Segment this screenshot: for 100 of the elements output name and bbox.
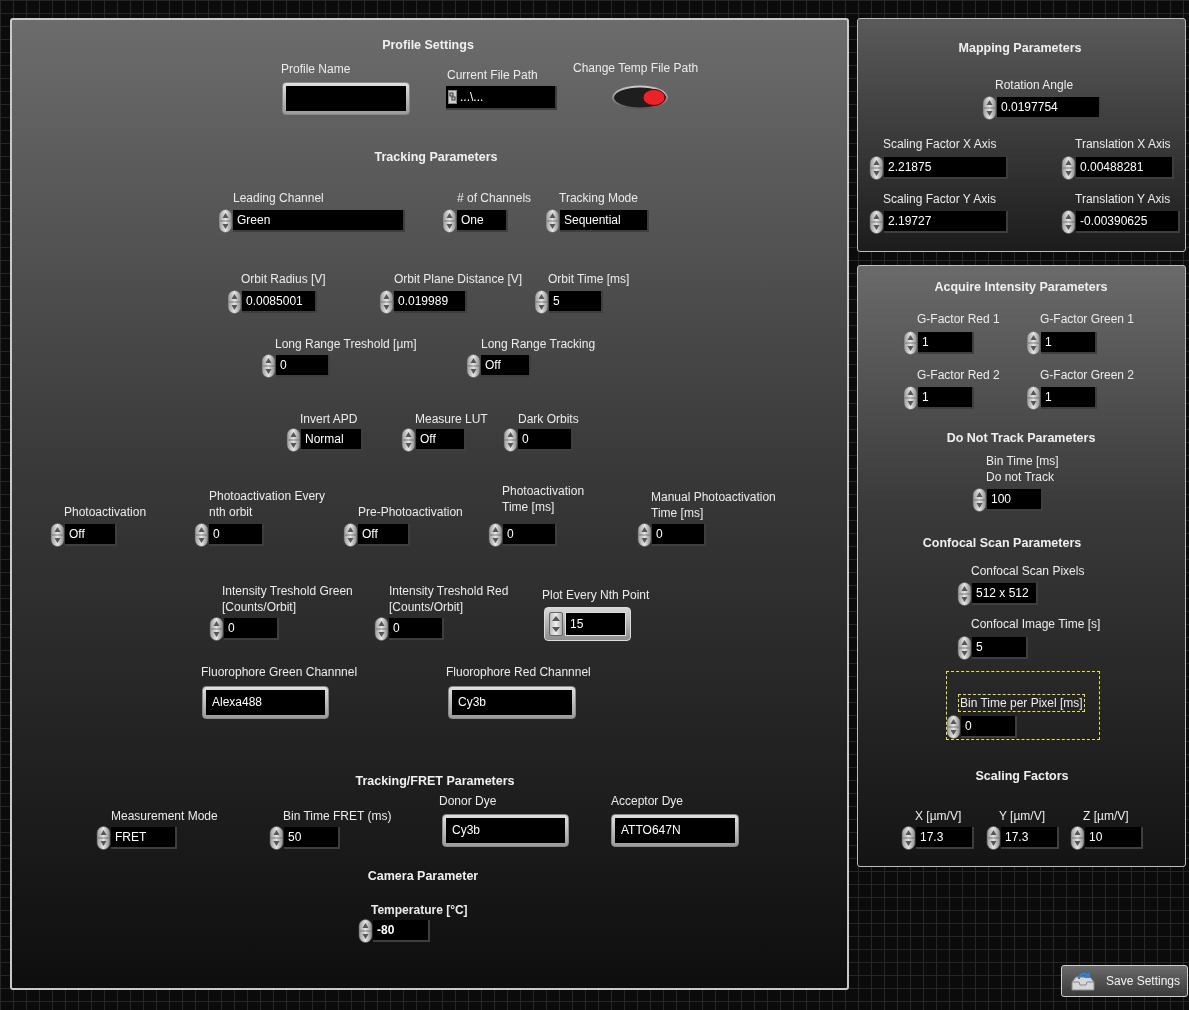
numeric-field[interactable]: 0.019989: [394, 291, 467, 313]
numeric-field[interactable]: Off: [358, 524, 410, 546]
spin-buttons[interactable]: [401, 428, 416, 452]
control-label: Long Range Tracking: [481, 336, 596, 352]
numeric-field[interactable]: 0.0197754: [997, 97, 1101, 119]
numeric-field[interactable]: 0: [209, 524, 264, 546]
numeric-field[interactable]: -0.00390625: [1076, 211, 1180, 233]
control-label: # of Channels: [457, 190, 532, 206]
spin-buttons[interactable]: [218, 209, 233, 233]
spin-buttons[interactable]: [903, 386, 918, 410]
spin-buttons[interactable]: [209, 617, 224, 641]
spin-buttons[interactable]: [946, 715, 961, 739]
numeric-field[interactable]: Normal: [301, 429, 363, 451]
numeric-field[interactable]: 0: [224, 618, 279, 640]
numeric-field[interactable]: 50: [284, 827, 340, 849]
spin-buttons[interactable]: [869, 210, 884, 234]
spin-buttons[interactable]: [869, 156, 884, 180]
spin-buttons[interactable]: [379, 290, 394, 314]
spin-buttons[interactable]: [286, 428, 301, 452]
numeric-field[interactable]: 0: [652, 524, 706, 546]
up-arrow-icon[interactable]: [552, 616, 560, 621]
spin-buttons[interactable]: [1061, 210, 1076, 234]
numeric-field[interactable]: -80: [373, 920, 430, 942]
toggle-switch[interactable]: [611, 85, 669, 110]
spin-buttons[interactable]: [358, 919, 373, 943]
spin-buttons[interactable]: [1026, 386, 1041, 410]
numeric-field[interactable]: 0: [389, 618, 444, 640]
numeric-field[interactable]: FRET: [111, 827, 177, 849]
numeric-field[interactable]: 0.0085001: [242, 291, 317, 313]
spin-buttons[interactable]: [972, 488, 987, 512]
control-label: Bin Time [ms] Do not Track: [986, 453, 1059, 485]
string-field[interactable]: ATTO647N: [611, 814, 739, 847]
control-label: Measurement Mode: [111, 808, 218, 824]
path-field[interactable]: ...\...: [446, 86, 557, 110]
numeric-field[interactable]: One: [457, 210, 508, 232]
spin-buttons[interactable]: [261, 354, 276, 378]
spin-buttons[interactable]: [1070, 826, 1085, 850]
spin-buttons[interactable]: [637, 523, 652, 547]
numeric-field[interactable]: 2.19727: [884, 211, 1008, 233]
spin-buttons[interactable]: [96, 826, 111, 850]
spin-buttons[interactable]: [986, 826, 1001, 850]
spin-buttons[interactable]: [343, 523, 358, 547]
spin-buttons[interactable]: [194, 523, 209, 547]
control-label: Dark Orbits: [518, 411, 579, 427]
string-field[interactable]: Cy3b: [442, 814, 569, 847]
save-settings-button[interactable]: Save Settings: [1061, 965, 1188, 997]
numeric-field[interactable]: 1: [918, 387, 974, 409]
spin-buttons[interactable]: [957, 636, 972, 660]
numeric-field[interactable]: Off: [416, 429, 466, 451]
numeric-field[interactable]: 0: [961, 716, 1017, 738]
numeric-field[interactable]: 17.3: [916, 827, 974, 849]
spin-buttons[interactable]: [442, 209, 457, 233]
spin-buttons[interactable]: [1026, 331, 1041, 355]
numeric-field[interactable]: 512 x 512: [972, 583, 1038, 605]
numeric-control[interactable]: 15: [544, 607, 631, 641]
numeric-field[interactable]: Green: [233, 210, 405, 232]
control-label: Long Range Treshold [µm]: [275, 336, 417, 352]
numeric-field[interactable]: 1: [918, 332, 974, 354]
string-field[interactable]: Cy3b: [448, 686, 576, 719]
control-label: Photoactivation Time [ms]: [502, 483, 585, 515]
spin-buttons[interactable]: [903, 331, 918, 355]
section-heading: Camera Parameter: [367, 868, 479, 884]
numeric-field[interactable]: 10: [1085, 827, 1143, 849]
numeric-field[interactable]: 0: [503, 524, 557, 546]
section-heading: Acquire Intensity Parameters: [934, 279, 1108, 295]
numeric-field[interactable]: 0: [276, 355, 330, 377]
browse-icon[interactable]: [448, 90, 457, 104]
control-label: Change Temp File Path: [573, 60, 699, 76]
string-field[interactable]: [282, 82, 410, 115]
numeric-field[interactable]: 0.00488281: [1076, 157, 1174, 179]
spin-buttons[interactable]: [374, 617, 389, 641]
control-label: Leading Channel: [233, 190, 324, 206]
control-label: Translation X Axis: [1075, 136, 1171, 152]
spin-buttons[interactable]: [466, 354, 481, 378]
numeric-field[interactable]: 100: [987, 489, 1043, 511]
numeric-field[interactable]: 17.3: [1001, 827, 1059, 849]
numeric-field[interactable]: 1: [1041, 387, 1097, 409]
control-label: Profile Name: [281, 61, 351, 77]
spin-buttons[interactable]: [982, 96, 997, 120]
control-label: Temperature [°C]: [371, 902, 468, 918]
spin-buttons[interactable]: [1061, 156, 1076, 180]
spin-buttons[interactable]: [534, 290, 549, 314]
spin-buttons[interactable]: [50, 523, 65, 547]
spin-buttons[interactable]: [269, 826, 284, 850]
down-arrow-icon[interactable]: [552, 627, 560, 632]
numeric-field[interactable]: 5: [549, 291, 603, 313]
spin-buttons[interactable]: [503, 428, 518, 452]
spin-buttons[interactable]: [488, 523, 503, 547]
numeric-field[interactable]: 0: [518, 429, 573, 451]
spin-buttons[interactable]: [957, 582, 972, 606]
numeric-field[interactable]: Off: [481, 355, 531, 377]
spin-buttons[interactable]: [545, 209, 560, 233]
spin-buttons[interactable]: [227, 290, 242, 314]
numeric-field[interactable]: 1: [1041, 332, 1097, 354]
numeric-field[interactable]: 5: [972, 637, 1028, 659]
string-field[interactable]: Alexa488: [202, 686, 329, 719]
numeric-field[interactable]: Sequential: [560, 210, 649, 232]
spin-buttons[interactable]: [901, 826, 916, 850]
numeric-field[interactable]: Off: [65, 524, 117, 546]
numeric-field[interactable]: 2.21875: [884, 157, 1008, 179]
